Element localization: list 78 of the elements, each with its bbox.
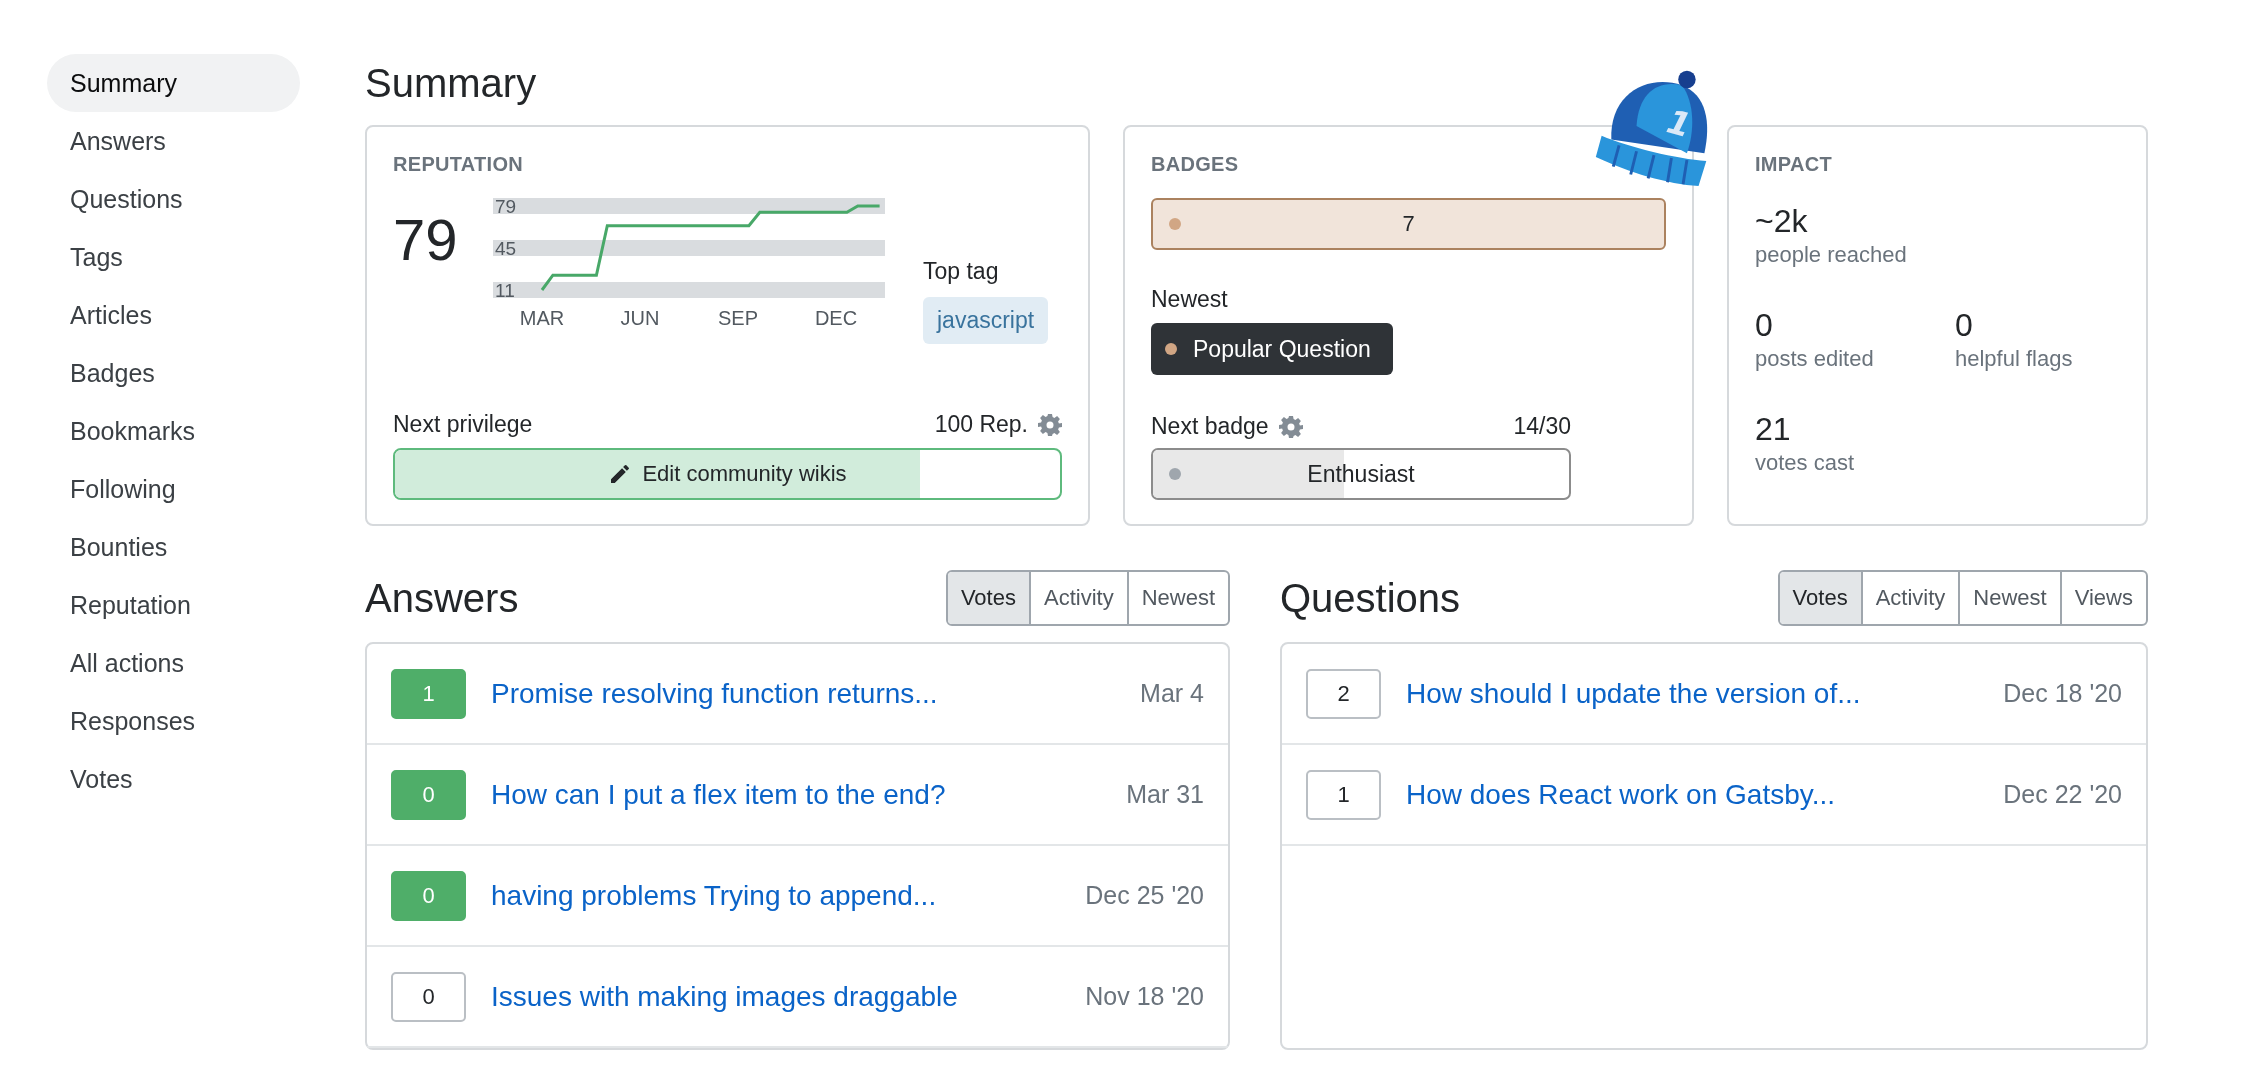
sidebar-item[interactable]: Articles	[47, 286, 300, 344]
badge-progress-bar[interactable]: Enthusiast	[1151, 448, 1571, 500]
post-date: Nov 18 '20	[1085, 982, 1204, 1011]
post-title-link[interactable]: How does React work on Gatsby...	[1406, 778, 1835, 811]
section-title: Answers	[365, 575, 519, 621]
score-badge: 0	[391, 870, 466, 921]
y-tick-label: 11	[495, 280, 515, 301]
card-label: IMPACT	[1755, 153, 1833, 176]
post-date: Mar 31	[1126, 780, 1204, 809]
stat-value: 21	[1755, 410, 1792, 448]
badge-dot-icon	[1169, 218, 1181, 230]
sidebar-item[interactable]: Responses	[47, 692, 300, 750]
post-title-link[interactable]: Issues with making images draggable	[491, 980, 958, 1013]
section-title: Questions	[1280, 575, 1461, 621]
stat-value: 0	[1955, 306, 1974, 344]
post-date: Dec 22 '20	[2003, 780, 2122, 809]
sidebar-item[interactable]: Questions	[47, 170, 300, 228]
settings-icon[interactable]	[1278, 414, 1303, 439]
page-title: Summary	[365, 60, 538, 107]
score-badge: 0	[391, 971, 466, 1022]
stat-label: people reached	[1755, 242, 1908, 268]
sidebar-item[interactable]: Following	[47, 460, 300, 518]
sidebar-item[interactable]: Answers	[47, 112, 300, 170]
badge-count: 7	[1402, 211, 1415, 237]
next-privilege-label: Next privilege	[393, 411, 533, 438]
hat-drawing: 1	[1590, 64, 1716, 190]
sidebar-item[interactable]: Bounties	[47, 518, 300, 576]
tag-chip[interactable]: javascript	[923, 297, 1049, 344]
post-title-link[interactable]: How can I put a flex item to the end?	[491, 778, 946, 811]
stat-value: 0	[1755, 306, 1774, 344]
stat-label: helpful flags	[1955, 346, 2074, 372]
privilege-rep: 100 Rep.	[934, 411, 1028, 438]
sort-tab[interactable]: Votes	[1779, 572, 1861, 624]
stat-label: votes cast	[1755, 450, 1856, 476]
badge-progress-count: 14/30	[1513, 413, 1571, 440]
x-tick-label: MAR	[519, 307, 565, 329]
x-tick-label: DEC	[814, 307, 858, 329]
sidebar-item[interactable]: Votes	[47, 750, 300, 808]
y-tick-label: 45	[495, 238, 517, 259]
post-title-link[interactable]: How should I update the version of...	[1406, 677, 1861, 710]
x-tick-label: SEP	[718, 307, 758, 329]
privilege-name: Edit community wikis	[642, 461, 847, 487]
sidebar-item[interactable]: Badges	[47, 344, 300, 402]
card-label: BADGES	[1151, 153, 1239, 176]
post-title-link[interactable]: Promise resolving function returns...	[491, 677, 938, 710]
score-badge: 1	[1306, 769, 1381, 820]
badge-chip[interactable]: Popular Question	[1151, 323, 1393, 375]
post-date: Dec 18 '20	[2003, 679, 2122, 708]
post-title-link[interactable]: having problems Trying to append...	[491, 879, 937, 912]
sidebar-item[interactable]: Reputation	[47, 576, 300, 634]
top-tag-label: Top tag	[923, 258, 1000, 285]
sort-tab[interactable]: Activity	[1028, 572, 1127, 624]
sort-tab[interactable]: Newest	[1958, 572, 2060, 624]
reputation-value: 79	[393, 206, 459, 273]
badge-count-bar[interactable]: 7	[1151, 198, 1666, 250]
stat-label: posts edited	[1755, 346, 1875, 372]
sidebar-item[interactable]: All actions	[47, 634, 300, 692]
settings-icon[interactable]	[1038, 412, 1062, 437]
sort-tab[interactable]: Activity	[1860, 572, 1959, 624]
card-label: REPUTATION	[393, 153, 525, 176]
sidebar-item[interactable]: Summary	[47, 54, 300, 112]
y-tick-label: 79	[495, 198, 517, 217]
score-badge: 2	[1306, 668, 1381, 719]
sort-tab[interactable]: Newest	[1126, 572, 1228, 624]
x-tick-label: JUN	[620, 307, 660, 329]
badge-name: Enthusiast	[1307, 460, 1415, 488]
newest-label: Newest	[1151, 286, 1228, 313]
post-date: Dec 25 '20	[1085, 881, 1204, 910]
stat-value: ~2k	[1755, 202, 1809, 240]
next-badge-label: Next badge	[1151, 413, 1269, 440]
sort-tab[interactable]: Views	[2059, 572, 2146, 624]
sidebar-item[interactable]: Tags	[47, 228, 300, 286]
sidebar-item[interactable]: Bookmarks	[47, 402, 300, 460]
privilege-progress-bar[interactable]: Edit community wikis	[393, 448, 1062, 500]
post-date: Mar 4	[1140, 679, 1204, 708]
score-badge: 0	[391, 769, 466, 820]
score-badge: 1	[391, 668, 466, 719]
sort-tab[interactable]: Votes	[947, 572, 1029, 624]
